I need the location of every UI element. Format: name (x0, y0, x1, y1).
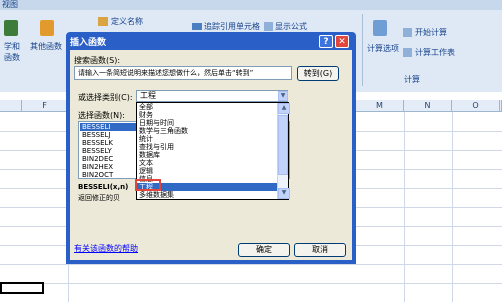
grid-line (0, 264, 502, 265)
category-select[interactable]: 工程 (136, 90, 288, 102)
dialog-title: 插入函数 (70, 38, 107, 48)
column-header-m[interactable]: M (356, 100, 404, 112)
function-syntax: BESSELI(x,n) (78, 183, 129, 191)
ribbon-separator (362, 14, 363, 86)
show-formulas-icon[interactable] (264, 22, 273, 31)
column-header-corner[interactable] (0, 100, 22, 112)
calc-group-label: 计算 (404, 75, 420, 84)
calc-sheet-icon[interactable] (403, 48, 412, 57)
trace-precedents-icon[interactable] (192, 23, 202, 30)
calc-now-icon[interactable] (403, 28, 412, 37)
math-trig-button-label[interactable]: 学和 (4, 42, 20, 51)
grid-line (0, 283, 502, 284)
go-button[interactable]: 转到(G) (297, 66, 339, 81)
list-item[interactable]: BESSELK (80, 139, 136, 147)
chevron-down-icon[interactable]: ▼ (278, 188, 290, 199)
close-icon[interactable]: ✕ (335, 35, 349, 48)
list-item[interactable]: 统计 (137, 135, 277, 143)
list-item[interactable]: BIN2HEX (80, 163, 136, 171)
dropdown-scrollbar[interactable]: ▲ ▼ (277, 103, 290, 199)
function-label: 选择函数(N): (78, 111, 125, 120)
list-item[interactable]: 全部 (137, 103, 277, 111)
chevron-up-icon[interactable]: ▲ (278, 103, 290, 114)
calc-options-icon[interactable] (373, 20, 387, 36)
list-item[interactable]: BESSELI (80, 123, 136, 131)
scrollbar-thumb[interactable] (278, 115, 288, 175)
list-item[interactable]: 日期与时间 (137, 119, 277, 127)
highlight-box (135, 179, 161, 191)
function-list-items: BESSELI BESSELJ BESSELK BESSELY BIN2DEC … (80, 123, 136, 179)
chevron-down-icon[interactable]: ▼ (278, 91, 288, 101)
search-label: 搜索函数(S): (74, 56, 121, 65)
calc-options-button[interactable]: 计算选项 (367, 44, 399, 53)
list-item[interactable]: BIN2DEC (80, 155, 136, 163)
list-item[interactable]: BESSELY (80, 147, 136, 155)
math-function-icon[interactable] (4, 20, 18, 36)
list-item[interactable]: 数学与三角函数 (137, 127, 277, 135)
list-item[interactable]: 财务 (137, 111, 277, 119)
help-link[interactable]: 有关该函数的帮助 (74, 243, 138, 254)
trace-precedents-button[interactable]: 追踪引用单元格 (204, 22, 260, 31)
column-header-o[interactable]: O (452, 100, 500, 112)
cancel-button[interactable]: 取消 (294, 243, 346, 257)
column-header-n[interactable]: N (404, 100, 452, 112)
search-input[interactable]: 请输入一条简短说明来描述您想做什么，然后单击“转到” (74, 66, 292, 80)
more-functions-button-label[interactable]: 其他函数 (30, 42, 62, 51)
list-item[interactable]: 文本 (137, 159, 277, 167)
column-header-f[interactable]: F (22, 100, 68, 112)
more-functions-icon[interactable] (40, 20, 54, 36)
list-item[interactable]: 逻辑 (137, 167, 277, 175)
define-name-icon[interactable] (98, 17, 108, 26)
list-item[interactable]: 数据库 (137, 151, 277, 159)
category-label: 或选择类别(C): (78, 93, 133, 102)
function-description: 返回修正的贝 (78, 194, 120, 202)
define-name-button[interactable]: 定义名称 (111, 17, 143, 26)
list-item[interactable]: 查找与引用 (137, 143, 277, 151)
show-formulas-button[interactable]: 显示公式 (275, 22, 307, 31)
ribbon-tab-view[interactable]: 视图 (0, 0, 502, 10)
list-item[interactable]: BIN2OCT (80, 171, 136, 179)
ok-button[interactable]: 确定 (238, 243, 290, 257)
calc-sheet-button[interactable]: 计算工作表 (415, 48, 455, 57)
list-item[interactable]: 多维数据集 (137, 191, 277, 199)
active-cell[interactable] (0, 282, 44, 294)
math-trig-button-label2[interactable]: 函数 (4, 53, 20, 62)
calc-now-button[interactable]: 开始计算 (415, 28, 447, 37)
list-item[interactable]: BESSELJ (80, 131, 136, 139)
help-icon[interactable]: ? (319, 35, 333, 48)
